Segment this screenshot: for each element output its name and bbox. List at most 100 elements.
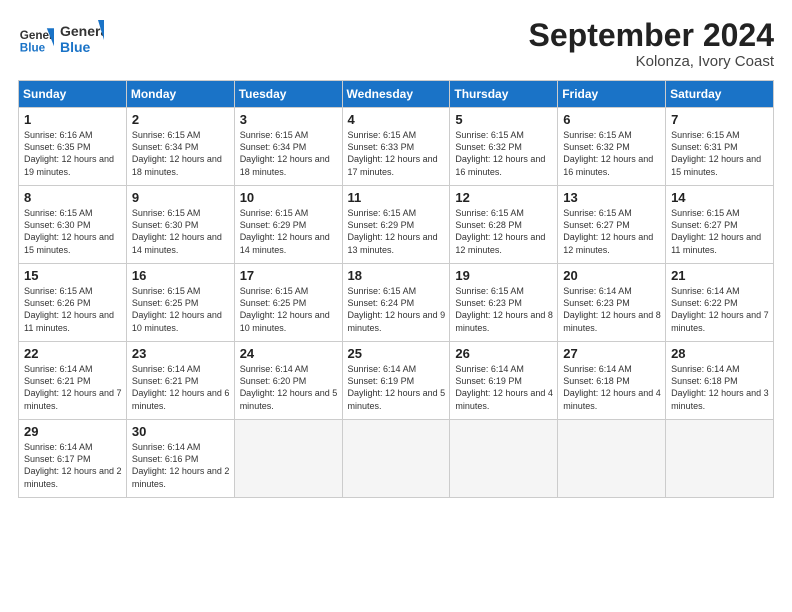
daylight-label: Daylight: 12 hours and 17 minutes. [348, 154, 438, 176]
col-sunday: Sunday [19, 81, 127, 108]
sunrise-label: Sunrise: 6:15 AM [240, 208, 309, 218]
daylight-label: Daylight: 12 hours and 14 minutes. [240, 232, 330, 254]
logo-general-text: General [60, 23, 104, 39]
sunrise-label: Sunrise: 6:14 AM [132, 442, 201, 452]
daylight-label: Daylight: 12 hours and 10 minutes. [240, 310, 330, 332]
day-number: 8 [24, 190, 122, 205]
daylight-label: Daylight: 12 hours and 14 minutes. [132, 232, 222, 254]
sunrise-label: Sunrise: 6:15 AM [671, 208, 740, 218]
table-row: 15 Sunrise: 6:15 AM Sunset: 6:26 PM Dayl… [19, 264, 127, 342]
table-row: 8 Sunrise: 6:15 AM Sunset: 6:30 PM Dayli… [19, 186, 127, 264]
day-info: Sunrise: 6:15 AM Sunset: 6:26 PM Dayligh… [24, 285, 122, 334]
sunrise-label: Sunrise: 6:16 AM [24, 130, 93, 140]
day-info: Sunrise: 6:15 AM Sunset: 6:25 PM Dayligh… [240, 285, 338, 334]
table-row: 7 Sunrise: 6:15 AM Sunset: 6:31 PM Dayli… [666, 108, 774, 186]
day-info: Sunrise: 6:15 AM Sunset: 6:34 PM Dayligh… [132, 129, 230, 178]
daylight-label: Daylight: 12 hours and 15 minutes. [24, 232, 114, 254]
day-number: 19 [455, 268, 553, 283]
daylight-label: Daylight: 12 hours and 10 minutes. [132, 310, 222, 332]
calendar-week-row: 1 Sunrise: 6:16 AM Sunset: 6:35 PM Dayli… [19, 108, 774, 186]
day-info: Sunrise: 6:15 AM Sunset: 6:27 PM Dayligh… [671, 207, 769, 256]
day-number: 5 [455, 112, 553, 127]
logo: General Blue General Blue [18, 18, 104, 60]
table-row: 9 Sunrise: 6:15 AM Sunset: 6:30 PM Dayli… [126, 186, 234, 264]
daylight-label: Daylight: 12 hours and 11 minutes. [24, 310, 114, 332]
sunset-label: Sunset: 6:28 PM [455, 220, 522, 230]
calendar-header-row: Sunday Monday Tuesday Wednesday Thursday… [19, 81, 774, 108]
sunset-label: Sunset: 6:32 PM [455, 142, 522, 152]
col-monday: Monday [126, 81, 234, 108]
sunset-label: Sunset: 6:21 PM [24, 376, 91, 386]
col-wednesday: Wednesday [342, 81, 450, 108]
day-info: Sunrise: 6:15 AM Sunset: 6:28 PM Dayligh… [455, 207, 553, 256]
day-number: 7 [671, 112, 769, 127]
day-info: Sunrise: 6:14 AM Sunset: 6:21 PM Dayligh… [24, 363, 122, 412]
col-saturday: Saturday [666, 81, 774, 108]
day-info: Sunrise: 6:15 AM Sunset: 6:24 PM Dayligh… [348, 285, 446, 334]
sunset-label: Sunset: 6:19 PM [455, 376, 522, 386]
table-row [234, 420, 342, 498]
sunrise-label: Sunrise: 6:14 AM [24, 364, 93, 374]
day-number: 10 [240, 190, 338, 205]
daylight-label: Daylight: 12 hours and 5 minutes. [240, 388, 338, 410]
sunrise-label: Sunrise: 6:15 AM [24, 286, 93, 296]
table-row: 24 Sunrise: 6:14 AM Sunset: 6:20 PM Dayl… [234, 342, 342, 420]
day-info: Sunrise: 6:15 AM Sunset: 6:31 PM Dayligh… [671, 129, 769, 178]
daylight-label: Daylight: 12 hours and 4 minutes. [563, 388, 661, 410]
sunset-label: Sunset: 6:26 PM [24, 298, 91, 308]
sunset-label: Sunset: 6:25 PM [132, 298, 199, 308]
sunrise-label: Sunrise: 6:15 AM [455, 130, 524, 140]
col-friday: Friday [558, 81, 666, 108]
day-info: Sunrise: 6:14 AM Sunset: 6:16 PM Dayligh… [132, 441, 230, 490]
daylight-label: Daylight: 12 hours and 18 minutes. [132, 154, 222, 176]
table-row [666, 420, 774, 498]
sunset-label: Sunset: 6:32 PM [563, 142, 630, 152]
day-info: Sunrise: 6:14 AM Sunset: 6:20 PM Dayligh… [240, 363, 338, 412]
daylight-label: Daylight: 12 hours and 16 minutes. [455, 154, 545, 176]
sunrise-label: Sunrise: 6:15 AM [240, 130, 309, 140]
day-number: 15 [24, 268, 122, 283]
sunrise-label: Sunrise: 6:15 AM [132, 130, 201, 140]
sunset-label: Sunset: 6:34 PM [240, 142, 307, 152]
sunset-label: Sunset: 6:29 PM [348, 220, 415, 230]
day-number: 25 [348, 346, 446, 361]
calendar-title: September 2024 [529, 18, 774, 53]
calendar-week-row: 29 Sunrise: 6:14 AM Sunset: 6:17 PM Dayl… [19, 420, 774, 498]
table-row: 6 Sunrise: 6:15 AM Sunset: 6:32 PM Dayli… [558, 108, 666, 186]
day-info: Sunrise: 6:15 AM Sunset: 6:32 PM Dayligh… [563, 129, 661, 178]
day-number: 22 [24, 346, 122, 361]
day-info: Sunrise: 6:14 AM Sunset: 6:18 PM Dayligh… [563, 363, 661, 412]
sunset-label: Sunset: 6:30 PM [24, 220, 91, 230]
sunset-label: Sunset: 6:21 PM [132, 376, 199, 386]
table-row: 20 Sunrise: 6:14 AM Sunset: 6:23 PM Dayl… [558, 264, 666, 342]
table-row: 2 Sunrise: 6:15 AM Sunset: 6:34 PM Dayli… [126, 108, 234, 186]
sunset-label: Sunset: 6:23 PM [455, 298, 522, 308]
day-info: Sunrise: 6:15 AM Sunset: 6:34 PM Dayligh… [240, 129, 338, 178]
header: General Blue General Blue September 2024… [18, 18, 774, 70]
day-info: Sunrise: 6:15 AM Sunset: 6:29 PM Dayligh… [240, 207, 338, 256]
sunrise-label: Sunrise: 6:15 AM [348, 208, 417, 218]
sunset-label: Sunset: 6:34 PM [132, 142, 199, 152]
table-row: 26 Sunrise: 6:14 AM Sunset: 6:19 PM Dayl… [450, 342, 558, 420]
sunrise-label: Sunrise: 6:15 AM [132, 208, 201, 218]
sunrise-label: Sunrise: 6:15 AM [455, 286, 524, 296]
sunset-label: Sunset: 6:16 PM [132, 454, 199, 464]
table-row [342, 420, 450, 498]
day-number: 23 [132, 346, 230, 361]
calendar-week-row: 15 Sunrise: 6:15 AM Sunset: 6:26 PM Dayl… [19, 264, 774, 342]
daylight-label: Daylight: 12 hours and 9 minutes. [348, 310, 446, 332]
sunset-label: Sunset: 6:25 PM [240, 298, 307, 308]
day-number: 18 [348, 268, 446, 283]
table-row: 5 Sunrise: 6:15 AM Sunset: 6:32 PM Dayli… [450, 108, 558, 186]
sunrise-label: Sunrise: 6:15 AM [455, 208, 524, 218]
daylight-label: Daylight: 12 hours and 18 minutes. [240, 154, 330, 176]
sunrise-label: Sunrise: 6:14 AM [348, 364, 417, 374]
day-number: 30 [132, 424, 230, 439]
daylight-label: Daylight: 12 hours and 5 minutes. [348, 388, 446, 410]
daylight-label: Daylight: 12 hours and 12 minutes. [455, 232, 545, 254]
logo-blue-text: Blue [60, 39, 91, 55]
day-info: Sunrise: 6:14 AM Sunset: 6:17 PM Dayligh… [24, 441, 122, 490]
day-number: 9 [132, 190, 230, 205]
sunset-label: Sunset: 6:18 PM [671, 376, 738, 386]
day-info: Sunrise: 6:14 AM Sunset: 6:18 PM Dayligh… [671, 363, 769, 412]
